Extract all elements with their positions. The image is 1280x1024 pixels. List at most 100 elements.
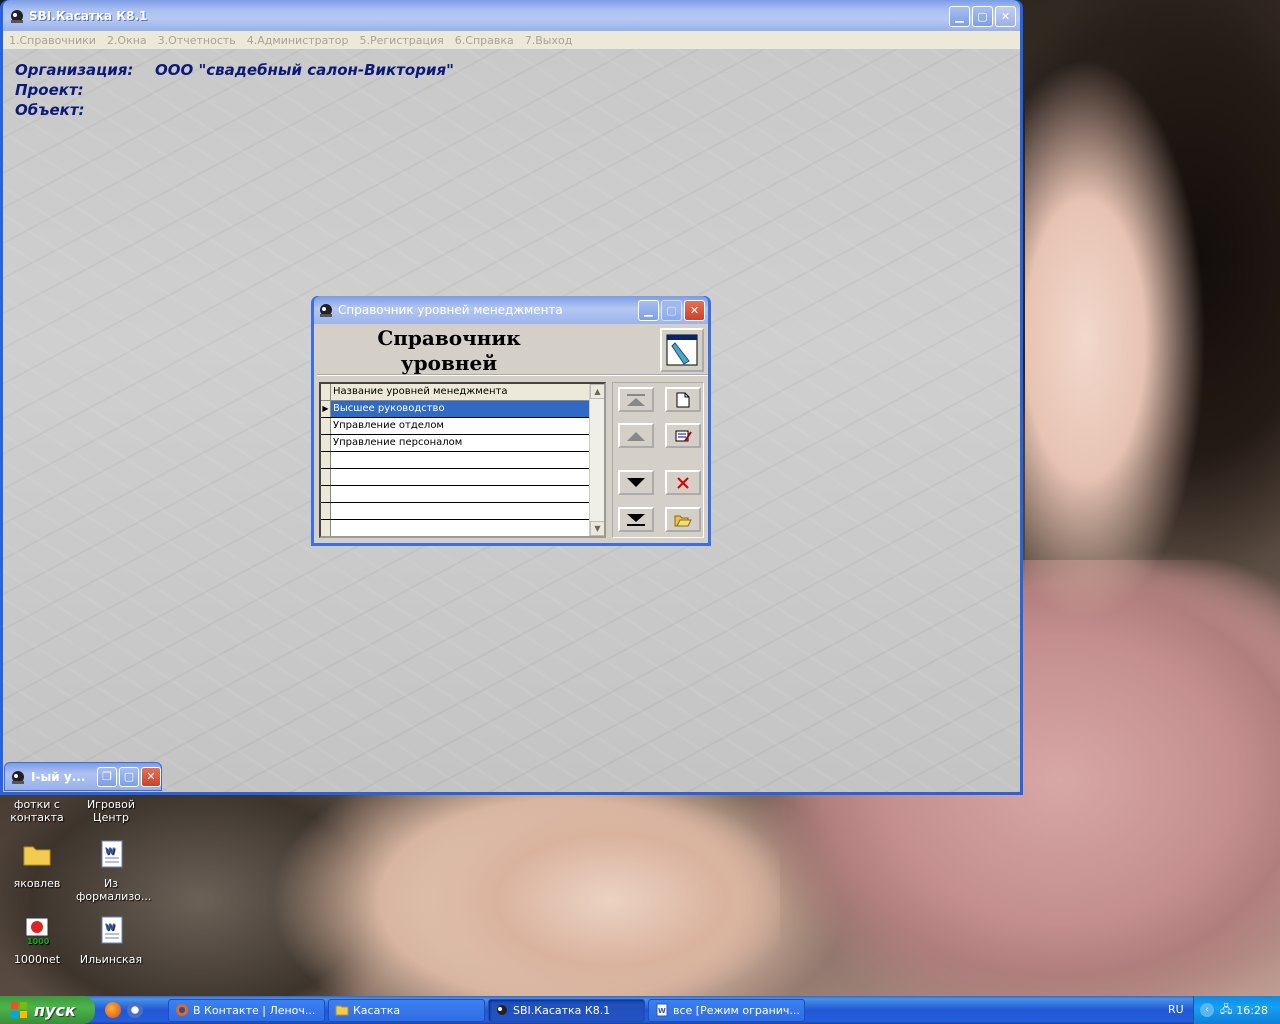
previous-record-button[interactable] [618,423,654,448]
dialog-titlebar[interactable]: Справочник уровней менеджмента ▁ ▢ ✕ [314,296,708,324]
table-cell[interactable] [331,469,604,485]
maximize-icon: ▢ [123,770,135,783]
language-indicator[interactable]: RU [1168,1003,1184,1016]
scroll-down-icon[interactable]: ▼ [590,521,604,536]
minimized-child-window[interactable]: I-ый у... ❐ ▢ ✕ [4,762,162,791]
table-cell[interactable]: Управление персоналом [331,435,604,451]
scroll-up-icon[interactable]: ▲ [590,384,604,399]
close-button[interactable]: ✕ [141,766,161,787]
desktop-icon-label: Ильинская [79,953,143,966]
column-header-name[interactable]: Название уровней менеджмента [331,384,604,400]
table-row[interactable] [321,486,604,503]
minimize-button[interactable]: ▁ [949,6,970,27]
task-label: SBI.Касатка К8.1 [513,1003,611,1017]
windows-logo-icon [11,1002,27,1018]
start-button[interactable]: пуск [0,996,95,1024]
film-logo-button[interactable] [660,328,704,372]
desktop-icon-label: фотки с контакта [10,798,64,824]
app-icon [497,1005,507,1015]
taskbar-button-word-doc[interactable]: W все [Режим огранич... [648,998,805,1022]
context-info: Организация: ООО "свадебный салон-Виктор… [15,60,454,120]
table-row[interactable] [321,469,604,486]
firefox-icon[interactable] [105,1002,121,1018]
maximize-icon: ▢ [666,304,677,317]
taskbar-button-sbi-kasatka[interactable]: SBI.Касатка К8.1 [488,998,645,1022]
row-indicator [321,520,331,536]
table-cell[interactable] [331,486,604,502]
menu-item-help[interactable]: 6.Справка [455,34,514,47]
maximize-icon: ▢ [977,10,988,23]
menu-item-reports[interactable]: 3.Отчетность [158,34,236,47]
minimize-button[interactable]: ▁ [638,300,659,321]
svg-text:W: W [105,847,115,857]
table-cell[interactable] [331,503,604,519]
first-record-icon [627,393,645,406]
restore-button[interactable]: ❐ [97,766,117,787]
management-levels-grid: Название уровней менеджмента ▶ Высшее рук… [319,382,606,538]
media-player-icon[interactable] [127,1002,143,1018]
maximize-button[interactable]: ▢ [119,766,139,787]
menu-item-windows[interactable]: 2.Окна [107,34,147,47]
close-button[interactable]: ✕ [684,300,705,321]
taskbar-button-vkontakte[interactable]: В Контакте | Леноч... [168,998,325,1022]
desktop-icon-yakovlev[interactable]: яковлев [2,838,72,890]
object-label: Объект: [15,101,85,119]
next-record-button[interactable] [618,470,654,495]
table-cell[interactable]: Управление отделом [331,418,604,434]
desktop-icon-photos[interactable]: фотки с контакта [2,798,72,824]
desktop-icon-game-center[interactable]: Игровой Центр [76,798,146,824]
desktop-icon-formal-doc[interactable]: W Из формализо... [76,838,152,903]
desktop-icon-label: Игровой Центр [86,798,136,824]
row-indicator [321,435,331,451]
table-row[interactable]: Управление персоналом [321,435,604,452]
open-record-button[interactable] [665,507,701,532]
management-levels-dialog: Справочник уровней менеджмента ▁ ▢ ✕ Спр… [311,296,711,546]
dialog-body: Справочник уровней менеджмента Название … [314,324,708,543]
main-titlebar[interactable]: SBI.Касатка К8.1 ▁ ▢ ✕ [3,0,1020,31]
delete-record-button[interactable] [665,470,701,495]
menu-bar: 1.Справочники 2.Окна 3.Отчетность 4.Адми… [3,31,1020,49]
last-record-button[interactable] [618,507,654,532]
desktop-icon-ilinskaya[interactable]: W Ильинская [76,914,146,966]
svg-text:W: W [105,923,115,933]
dialog-title: Справочник уровней менеджмента [338,303,563,317]
edit-record-button[interactable] [665,423,701,448]
open-folder-icon [674,515,692,526]
table-cell[interactable] [331,520,604,536]
project-label: Проект: [15,81,84,99]
table-row[interactable] [321,452,604,469]
tray-expand-icon[interactable]: ‹ [1200,1003,1214,1017]
folder-icon [23,846,51,866]
firefox-icon [176,1004,188,1016]
taskbar: пуск В Контакте | Леноч... Касатка SBI.К… [0,996,1280,1024]
row-indicator [321,486,331,502]
table-row[interactable]: Управление отделом [321,418,604,435]
close-icon: ✕ [689,304,700,317]
grid-header: Название уровней менеджмента [321,384,604,401]
menu-item-admin[interactable]: 4.Администратор [247,34,349,47]
first-record-button[interactable] [618,387,654,412]
table-row[interactable]: ▶ Высшее руководство [321,401,604,418]
word-document-icon: W [101,840,123,868]
table-cell[interactable]: Высшее руководство [331,401,604,417]
table-row[interactable] [321,520,604,536]
desktop-icon-label: Из формализо... [76,877,152,903]
grid-scrollbar[interactable]: ▲ ▼ [589,384,604,536]
maximize-button[interactable]: ▢ [972,6,993,27]
task-label: Касатка [353,1003,401,1017]
taskbar-button-kasatka-folder[interactable]: Касатка [328,998,485,1022]
word-document-icon: W [656,1003,668,1017]
new-record-button[interactable] [665,387,701,412]
menu-item-exit[interactable]: 7.Выход [525,34,573,47]
maximize-button[interactable]: ▢ [661,300,682,321]
table-row[interactable] [321,503,604,520]
table-cell[interactable] [331,452,604,468]
minimize-icon: ▁ [955,10,964,23]
menu-item-registration[interactable]: 5.Регистрация [360,34,444,47]
network-icon[interactable]: 🖧 [1220,1001,1232,1020]
clock[interactable]: 16:28 [1236,1004,1268,1017]
desktop-icon-1000net[interactable]: 1000 1000net [2,914,72,966]
last-record-icon [627,513,645,526]
close-button[interactable]: ✕ [995,6,1016,27]
menu-item-directories[interactable]: 1.Справочники [9,34,96,47]
